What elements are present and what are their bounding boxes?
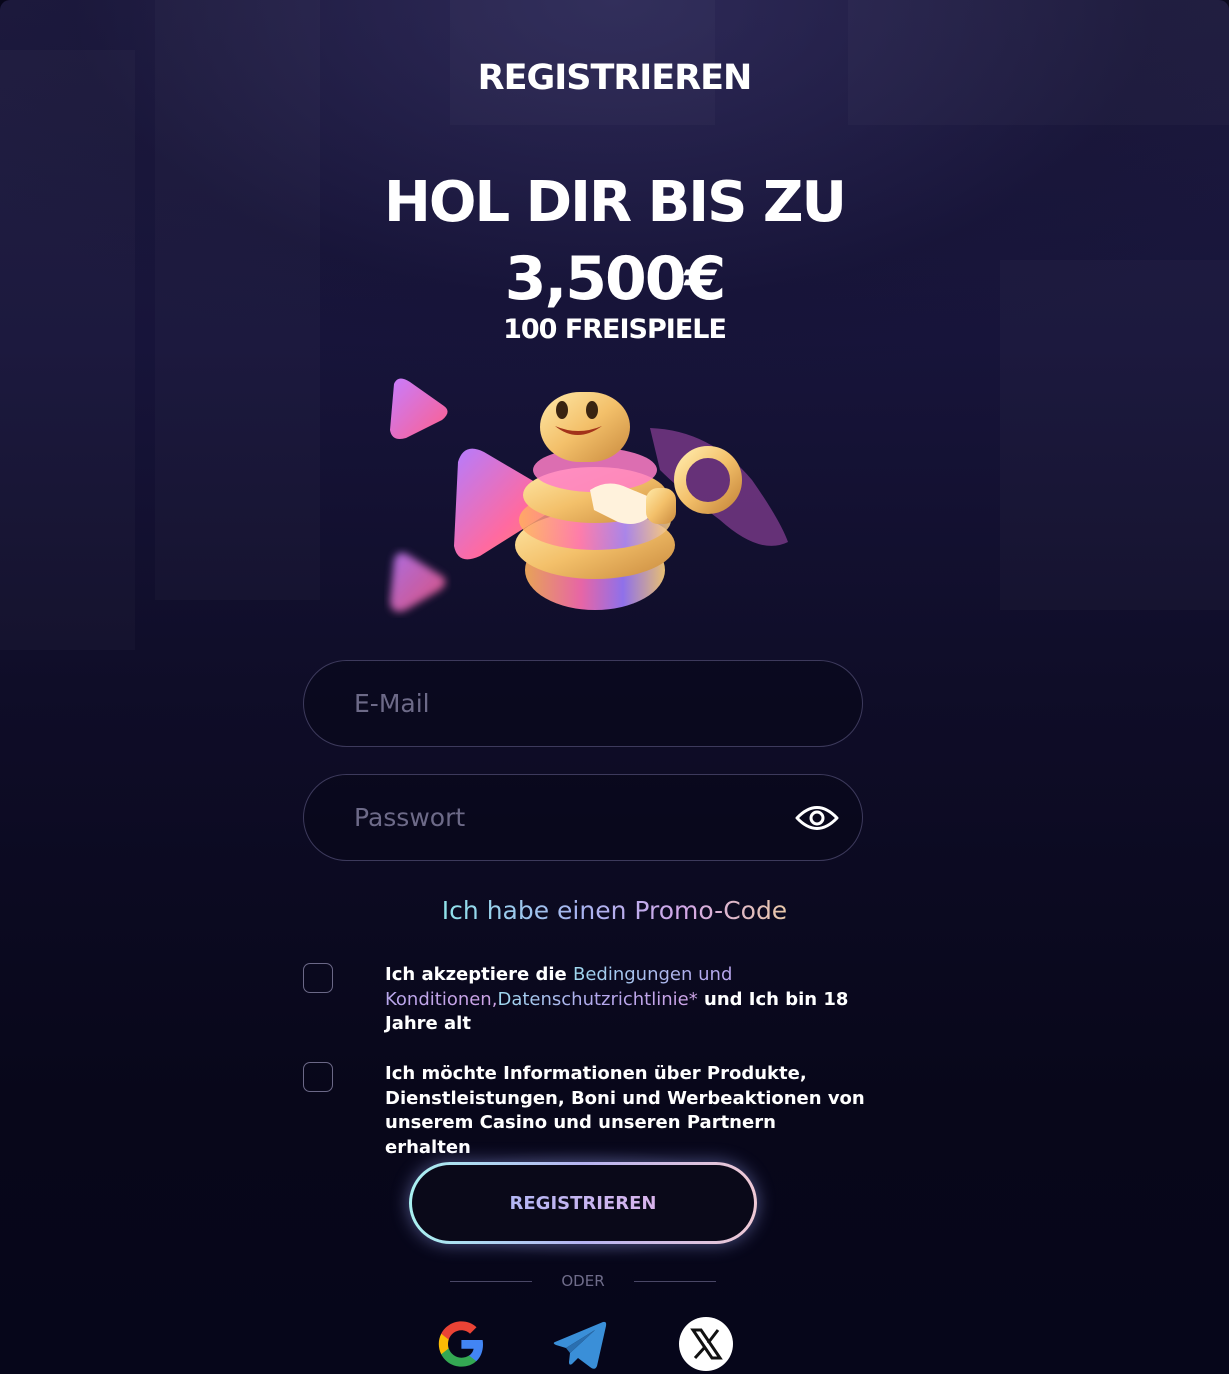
terms-prefix: Ich akzeptiere die bbox=[385, 964, 573, 985]
register-button-label: REGISTRIEREN bbox=[509, 1192, 657, 1214]
password-input[interactable] bbox=[354, 775, 774, 860]
password-field[interactable] bbox=[303, 774, 863, 861]
hero-headline: HOL DIR BIS ZU bbox=[383, 170, 847, 235]
register-button-wrapper: REGISTRIEREN bbox=[395, 1148, 771, 1258]
registration-panel: REGISTRIEREN HOL DIR BIS ZU 3,500€ 100 F… bbox=[0, 0, 1229, 1374]
telegram-icon[interactable] bbox=[551, 1316, 607, 1372]
hero-free-spins: 100 FREISPIELE bbox=[503, 314, 727, 345]
marketing-text: Ich möchte Informationen über Produkte, … bbox=[385, 1063, 865, 1158]
register-button[interactable]: REGISTRIEREN bbox=[409, 1162, 757, 1244]
hero-bonus-amount: 3,500€ bbox=[504, 244, 727, 314]
promo-code-label: Ich habe einen Promo-Code bbox=[441, 896, 788, 925]
mascot-illustration bbox=[390, 378, 788, 612]
register-button-inner: REGISTRIEREN bbox=[412, 1165, 754, 1241]
email-field[interactable] bbox=[303, 660, 863, 747]
terms-checkbox[interactable] bbox=[303, 963, 333, 993]
divider-line-right bbox=[634, 1281, 716, 1282]
email-input[interactable] bbox=[354, 661, 774, 746]
privacy-policy-link[interactable]: Datenschutzrichtlinie* bbox=[497, 989, 697, 1010]
promo-code-link[interactable]: Ich habe einen Promo-Code bbox=[0, 896, 1229, 925]
google-icon[interactable] bbox=[433, 1316, 489, 1372]
x-icon[interactable] bbox=[678, 1316, 734, 1372]
terms-text: Ich akzeptiere die Bedingungen und Kondi… bbox=[385, 963, 865, 1037]
eye-icon[interactable] bbox=[794, 799, 840, 837]
or-divider: ODER bbox=[450, 1270, 716, 1292]
marketing-checkbox[interactable] bbox=[303, 1062, 333, 1092]
page-title: REGISTRIEREN bbox=[477, 58, 753, 98]
